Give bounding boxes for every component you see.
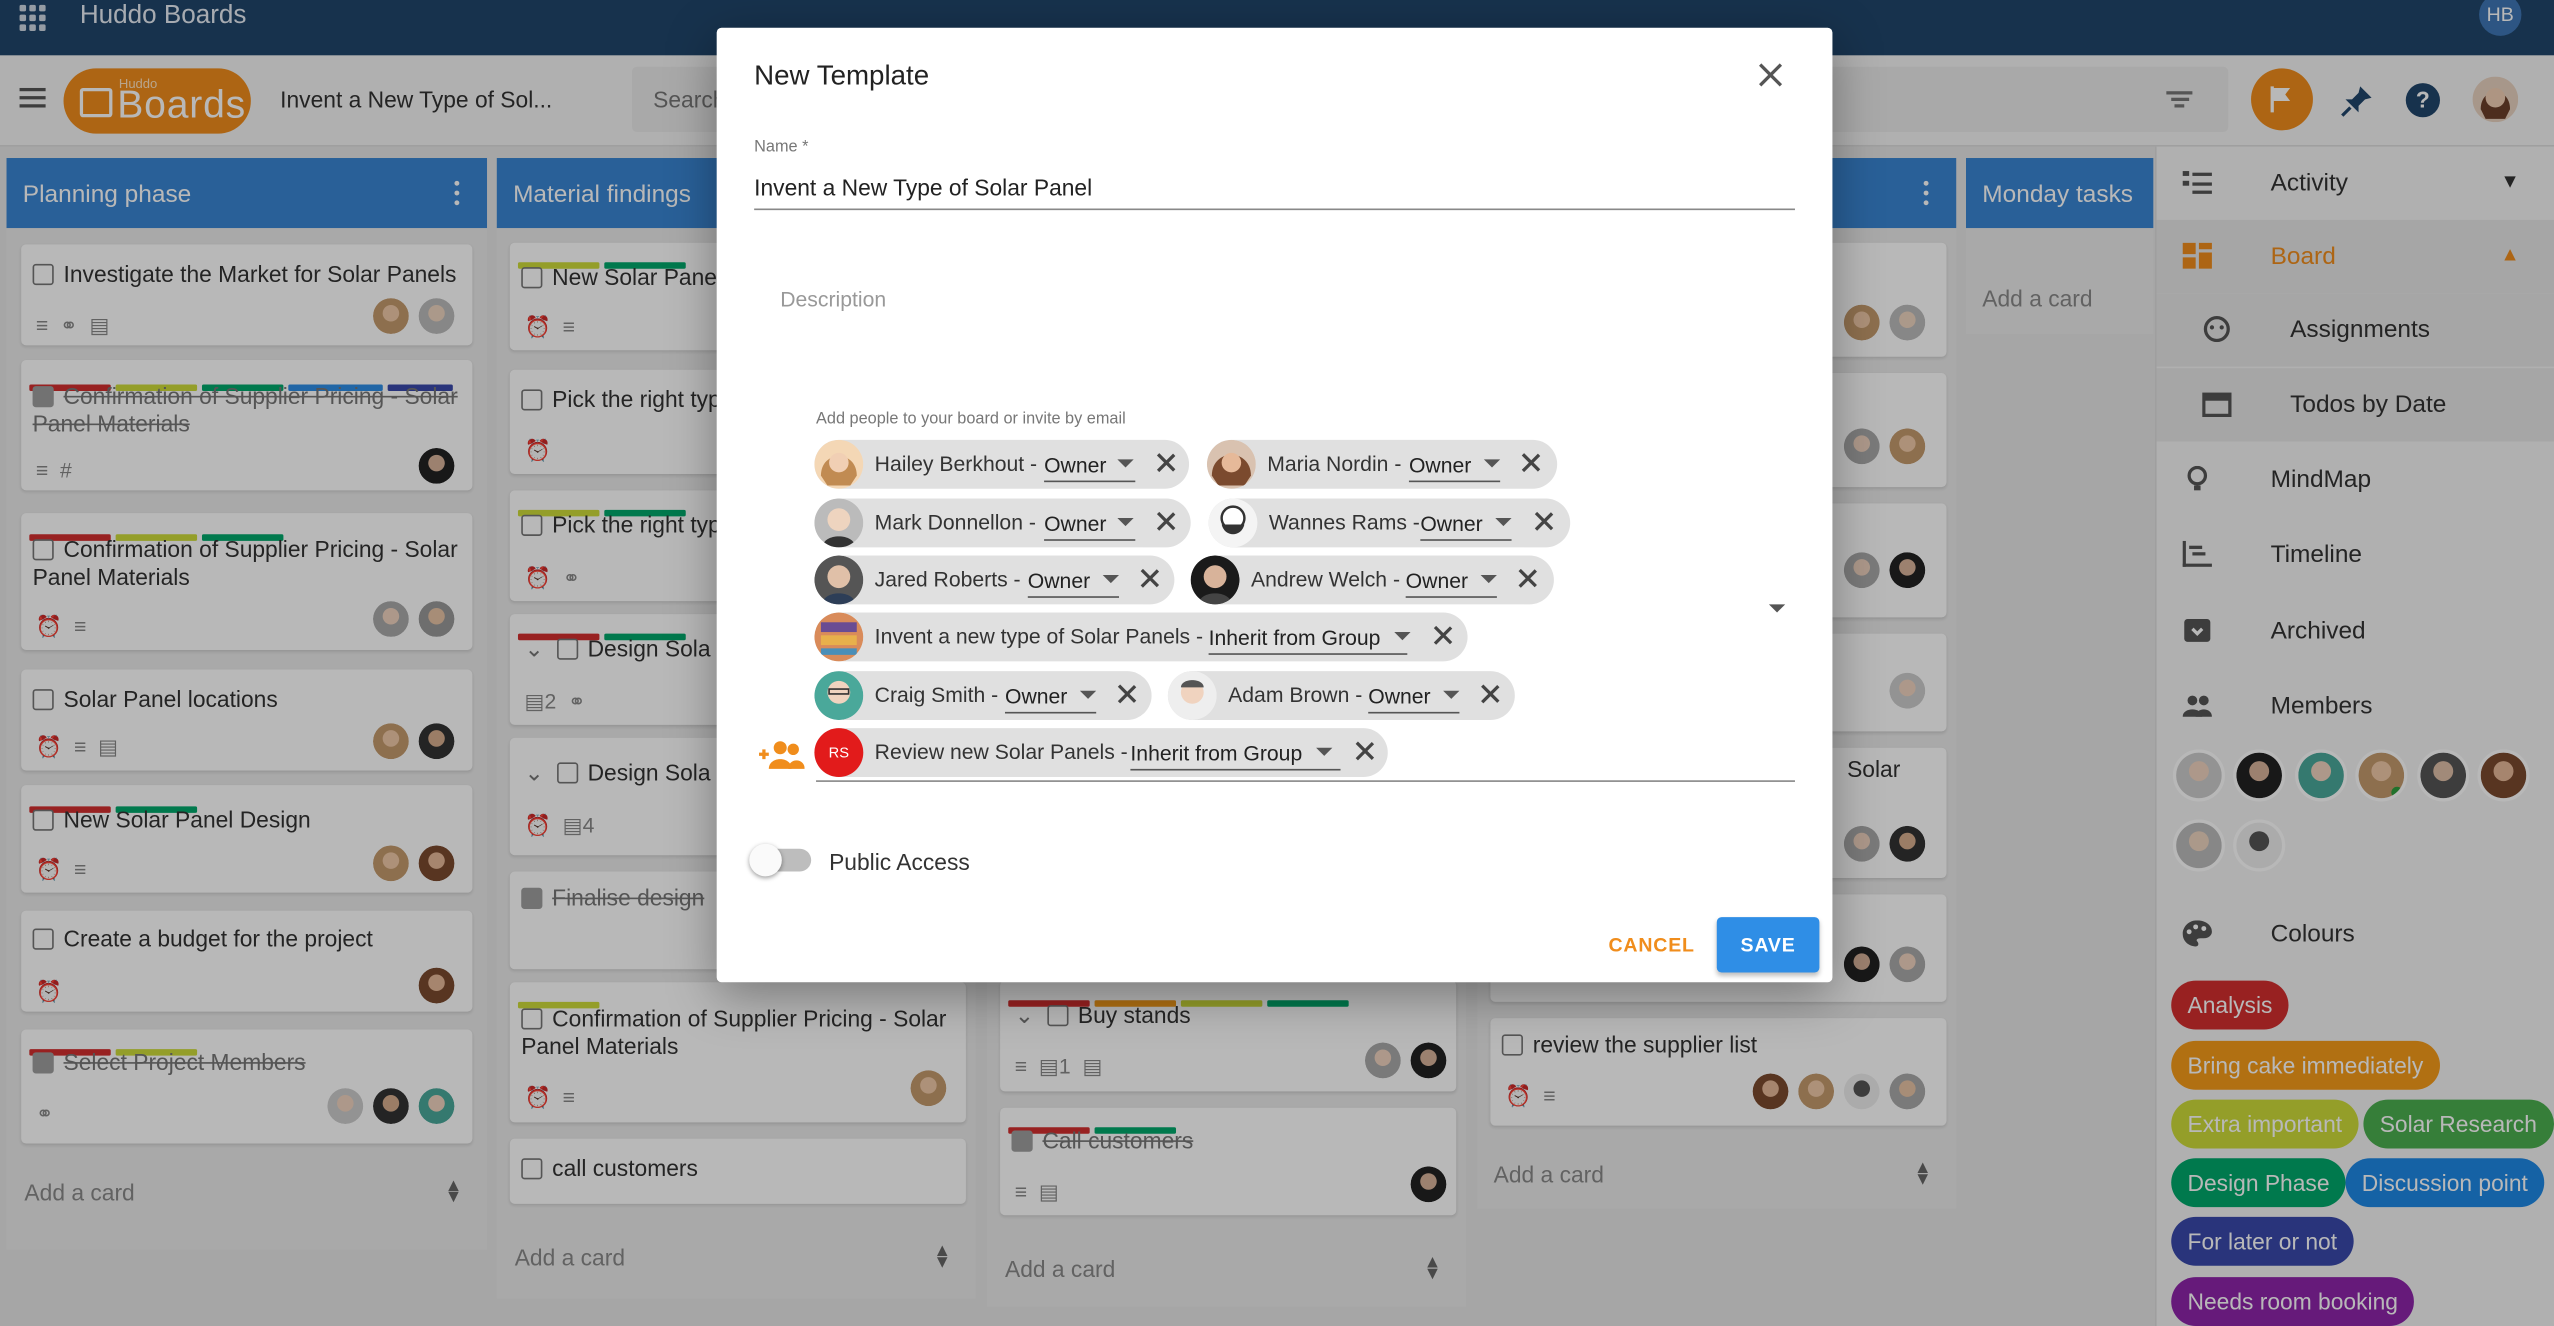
remove-person-icon[interactable]	[1521, 453, 1541, 473]
avatar	[1167, 671, 1217, 721]
remove-person-icon[interactable]	[1355, 741, 1375, 761]
group-chip: Invent a new type of Solar Panels - Inhe…	[814, 612, 1468, 662]
public-access-toggle[interactable]	[749, 843, 812, 877]
save-button[interactable]: SAVE	[1716, 917, 1820, 973]
avatar	[814, 439, 864, 489]
new-template-dialog: New Template Name * Add people to your b…	[716, 27, 1833, 983]
person-name: Wannes Rams -	[1268, 509, 1420, 535]
person-chip: Adam Brown - Owner	[1167, 671, 1515, 721]
caret-down-icon[interactable]	[1495, 518, 1512, 527]
person-chip: Wannes Rams - Owner	[1208, 498, 1571, 548]
remove-person-icon[interactable]	[1433, 626, 1453, 646]
name-field[interactable]	[754, 164, 1795, 211]
caret-down-icon[interactable]	[1483, 459, 1501, 468]
close-icon[interactable]	[1756, 60, 1785, 89]
remove-person-icon[interactable]	[1156, 512, 1176, 532]
person-chip: Maria Nordin - Owner	[1206, 439, 1558, 489]
group-initials-avatar: RS	[814, 728, 864, 778]
group-chip: RS Review new Solar Panels - Inherit fro…	[814, 728, 1388, 778]
description-field[interactable]	[754, 275, 1795, 390]
person-name: Andrew Welch -	[1250, 566, 1401, 592]
group-avatar	[814, 612, 864, 662]
person-chip: Mark Donnellon - Owner	[814, 498, 1191, 548]
group-name: Invent a new type of Solar Panels -	[874, 623, 1204, 649]
remove-person-icon[interactable]	[1481, 684, 1501, 704]
avatar	[1190, 555, 1240, 605]
person-chip: Hailey Berkhout - Owner	[814, 439, 1190, 489]
caret-down-icon[interactable]	[1102, 575, 1120, 584]
group-name: Review new Solar Panels -	[874, 739, 1128, 764]
remove-person-icon[interactable]	[1534, 512, 1554, 532]
remove-person-icon[interactable]	[1117, 684, 1137, 704]
person-chip: Andrew Welch - Owner	[1190, 555, 1554, 605]
avatar	[1206, 439, 1256, 489]
avatar	[814, 555, 864, 605]
public-access-label: Public Access	[829, 848, 970, 875]
people-field-label: Add people to your board or invite by em…	[816, 410, 1126, 429]
remove-person-icon[interactable]	[1140, 569, 1160, 589]
person-name: Craig Smith -	[874, 682, 999, 707]
remove-person-icon[interactable]	[1518, 569, 1538, 589]
add-person-icon[interactable]	[753, 740, 805, 773]
role-select[interactable]: Inherit from Group	[1208, 626, 1408, 655]
caret-down-icon[interactable]	[1117, 459, 1134, 468]
person-chip: Craig Smith - Owner	[814, 671, 1152, 721]
person-chip: Jared Roberts - Owner	[814, 555, 1175, 605]
avatar	[814, 498, 864, 548]
caret-down-icon[interactable]	[1079, 690, 1097, 699]
person-name: Jared Roberts -	[874, 566, 1021, 592]
caret-down-icon[interactable]	[1394, 632, 1411, 641]
name-label: Name *	[754, 138, 809, 157]
caret-down-icon[interactable]	[1117, 518, 1134, 527]
dialog-title: New Template	[754, 60, 930, 92]
person-name: Hailey Berkhout -	[874, 451, 1038, 476]
caret-down-icon[interactable]	[1480, 575, 1497, 584]
person-name: Adam Brown -	[1228, 682, 1363, 707]
avatar	[1208, 498, 1258, 548]
people-dropdown-icon[interactable]	[1768, 604, 1786, 613]
person-name: Maria Nordin -	[1267, 451, 1402, 476]
remove-person-icon[interactable]	[1156, 453, 1176, 473]
person-name: Mark Donnellon -	[874, 509, 1036, 535]
caret-down-icon[interactable]	[1316, 747, 1333, 756]
avatar	[814, 671, 864, 721]
role-select[interactable]: Inherit from Group	[1130, 741, 1341, 771]
caret-down-icon[interactable]	[1443, 690, 1460, 699]
people-input-underline[interactable]	[816, 780, 1795, 782]
cancel-button[interactable]: CANCEL	[1596, 920, 1707, 969]
